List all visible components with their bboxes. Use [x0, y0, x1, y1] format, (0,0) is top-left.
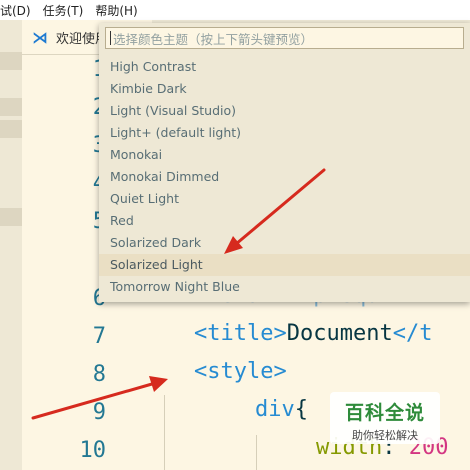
red-arrow-icon [224, 168, 326, 254]
watermark-title: 百科全说 [344, 402, 425, 424]
watermark-subtitle: 助你轻松解决 [352, 429, 418, 442]
red-arrow-icon [31, 376, 168, 420]
watermark-logo: 百科全说 助你轻松解决 [330, 392, 440, 444]
